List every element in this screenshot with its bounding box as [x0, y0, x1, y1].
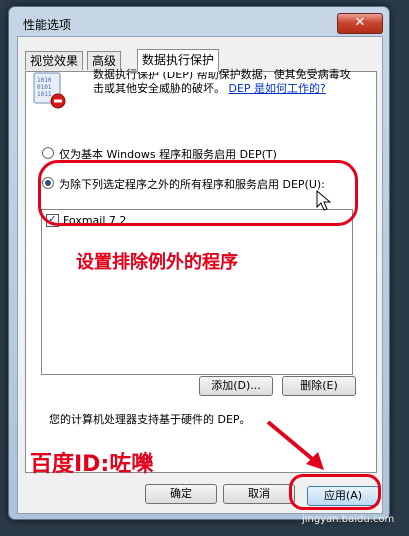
- dep-help-link[interactable]: DEP 是如何工作的?: [229, 82, 326, 95]
- tab-visual-effects[interactable]: 视觉效果: [25, 51, 84, 70]
- add-program-button[interactable]: 添加(D)...: [199, 376, 273, 396]
- author-watermark: 百度ID:咗嚛: [30, 452, 154, 477]
- radio-all-except-selected[interactable]: [42, 177, 54, 189]
- red-arrow-icon: [266, 420, 324, 470]
- close-button[interactable]: ✕: [337, 13, 383, 34]
- list-item[interactable]: ✓ Foxmail 7.2: [46, 213, 126, 227]
- window-title: 性能选项: [23, 18, 72, 32]
- mouse-pointer-icon: [316, 190, 332, 211]
- svg-text:1010: 1010: [37, 77, 52, 84]
- ok-button[interactable]: 确定: [145, 484, 217, 504]
- tab-dep[interactable]: 数据执行保护: [137, 49, 220, 72]
- dep-shield-icon: 1010 0101 1011: [33, 72, 66, 109]
- cancel-button[interactable]: 取消: [223, 484, 295, 504]
- foxmail-checkbox[interactable]: ✓: [46, 213, 59, 227]
- annotation-caption: 设置排除例外的程序: [76, 252, 238, 273]
- radio-essential-only[interactable]: [42, 147, 54, 159]
- program-name: Foxmail 7.2: [63, 213, 127, 227]
- apply-button[interactable]: 应用(A): [307, 486, 379, 506]
- title-bar[interactable]: 性能选项 ✕: [9, 7, 389, 35]
- dep-description: 数据执行保护 (DEP) 帮助保护数据，使其免受病毒攻击或其他安全威胁的破坏。 …: [93, 68, 361, 96]
- excluded-program-list[interactable]: ✓ Foxmail 7.2: [41, 209, 353, 375]
- hardware-support-note: 您的计算机处理器支持基于硬件的 DEP。: [49, 413, 251, 426]
- site-watermark: jingyan.baidu.com: [302, 514, 395, 525]
- remove-program-button[interactable]: 删除(E): [282, 376, 356, 396]
- svg-text:0101: 0101: [37, 84, 52, 91]
- option-all-except-label[interactable]: 为除下列选定程序之外的所有程序和服务启用 DEP(U):: [59, 176, 325, 192]
- svg-text:1011: 1011: [37, 91, 52, 98]
- option-essential-only-label[interactable]: 仅为基本 Windows 程序和服务启用 DEP(T): [59, 146, 277, 162]
